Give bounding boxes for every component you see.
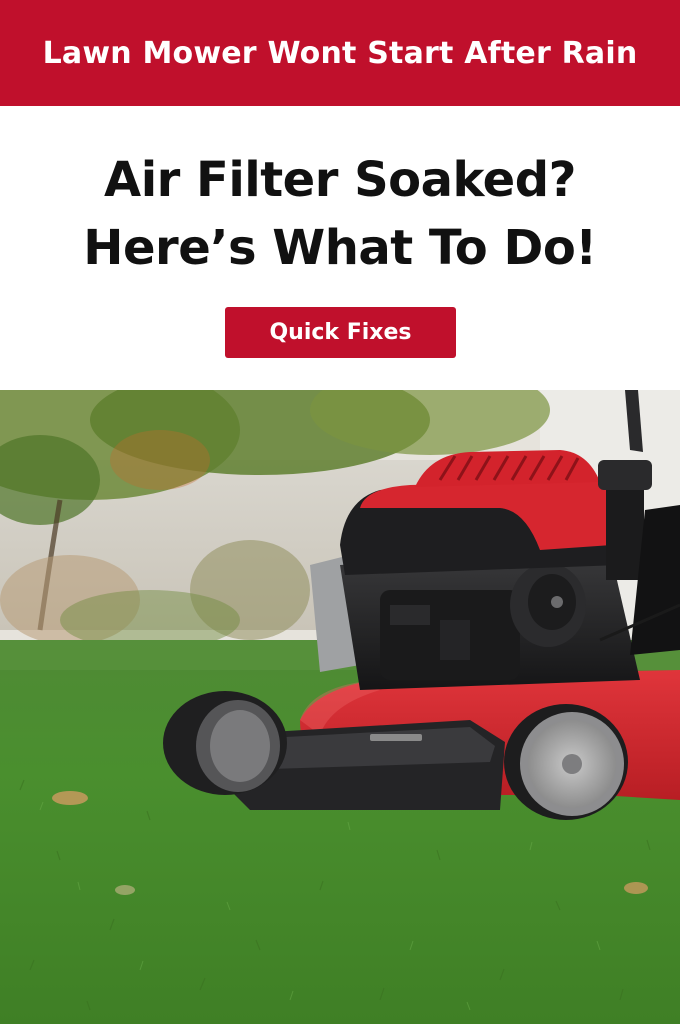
- lawn-mower-photo: [0, 390, 680, 1024]
- quick-fixes-button[interactable]: Quick Fixes: [225, 307, 456, 358]
- headline-line-1: Air Filter Soaked?: [104, 152, 576, 208]
- headline-line-2: Here’s What To Do!: [83, 220, 597, 276]
- banner-title: Lawn Mower Wont Start After Rain: [42, 35, 638, 71]
- top-banner: Lawn Mower Wont Start After Rain: [0, 0, 680, 106]
- headline: Air Filter Soaked? Here’s What To Do!: [0, 146, 680, 282]
- lawn-mower-illustration: [0, 390, 680, 1024]
